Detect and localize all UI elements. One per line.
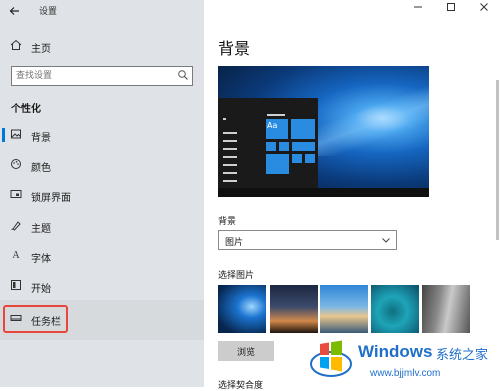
choose-picture-label: 选择图片 [218,271,255,281]
preview-tile [291,153,303,164]
sidebar-item-color[interactable]: 颜色 [0,152,204,178]
preview-tile [265,153,290,175]
watermark: Windows 系统之家 www.bjjmlv.com [306,332,500,387]
section-title: 个性化 [11,104,41,115]
palette-icon [9,158,23,172]
main-pane: 背景 Aa 背景 图片 选择图片 浏览 选择契合度 [204,0,500,391]
minimize-button[interactable] [402,0,434,20]
background-preview: Aa [218,66,429,197]
wallpaper-thumbnail[interactable] [218,285,266,333]
sidebar-item-label: 主页 [31,44,51,55]
windows-logo-icon [310,340,352,377]
sidebar-item-label: 颜色 [31,163,51,174]
sidebar-item-label: 主题 [31,224,51,235]
preview-tile [265,141,277,152]
sidebar-item-start[interactable]: 开始 [0,273,204,299]
sidebar-item-label: 背景 [31,133,51,144]
font-icon: A [12,250,20,261]
minimize-icon [414,6,422,8]
search-input[interactable] [12,67,176,85]
wallpaper-thumbnail[interactable] [371,285,419,333]
preview-list-line [267,114,285,116]
preview-list-line [223,164,237,166]
preview-list-line [223,172,237,174]
window-controls [400,0,500,20]
preview-list-line [223,156,237,158]
sidebar-item-font[interactable]: A 字体 [0,243,204,269]
preview-list-line [223,140,237,142]
browse-button[interactable]: 浏览 [218,341,274,361]
sidebar-item-label: 开始 [31,284,51,295]
wallpaper-thumbnail[interactable] [320,285,368,333]
preview-list-line [223,132,237,134]
preview-tile [304,153,316,164]
sidebar-item-home[interactable]: 主页 [0,33,204,59]
home-icon [9,39,23,53]
sidebar-item-lockscreen[interactable]: 锁屏界面 [0,182,204,208]
preview-taskbar [218,188,429,197]
wallpaper-thumbnail[interactable] [422,285,470,333]
close-button[interactable] [468,0,500,20]
preview-list-line [223,180,237,182]
watermark-url: www.bjjmlv.com [370,368,441,379]
sidebar-item-label: 字体 [31,254,51,265]
background-icon [9,128,23,142]
page-title: 背景 [218,39,251,58]
search-box[interactable] [11,66,193,86]
chevron-down-icon [382,238,390,243]
choose-fit-label: 选择契合度 [218,381,264,391]
theme-icon [9,219,23,233]
sidebar-item-label: 锁屏界面 [31,193,71,204]
scrollbar-thumb[interactable] [496,80,499,240]
search-icon[interactable] [177,69,189,81]
lockscreen-icon [9,188,23,202]
maximize-button[interactable] [435,0,467,20]
preview-tile [290,118,316,140]
taskbar-highlight-box [3,305,68,333]
background-dropdown[interactable]: 图片 [218,230,397,250]
maximize-icon [447,3,455,11]
sidebar-item-theme[interactable]: 主题 [0,213,204,239]
wallpaper-thumbnail[interactable] [270,285,318,333]
watermark-brand: Windows [358,342,433,361]
background-label: 背景 [218,217,237,227]
back-button[interactable] [6,2,24,20]
close-icon [480,3,488,11]
sidebar: 设置 主页 个性化 背景 颜色 锁屏界面 [0,0,204,387]
preview-list-line [223,148,237,150]
watermark-chinese: 系统之家 [436,348,489,363]
preview-tile [278,141,290,152]
active-indicator [2,128,5,142]
title-bar: 设置 [0,0,204,22]
preview-list-line [223,118,226,120]
dropdown-value: 图片 [225,238,244,248]
preview-tile [291,141,316,152]
start-icon [9,279,23,293]
back-arrow-icon [9,7,19,15]
sidebar-item-background[interactable]: 背景 [0,122,204,148]
app-title: 设置 [39,7,58,17]
preview-tile-text: Aa [267,121,278,130]
preview-light-beam [313,76,429,156]
